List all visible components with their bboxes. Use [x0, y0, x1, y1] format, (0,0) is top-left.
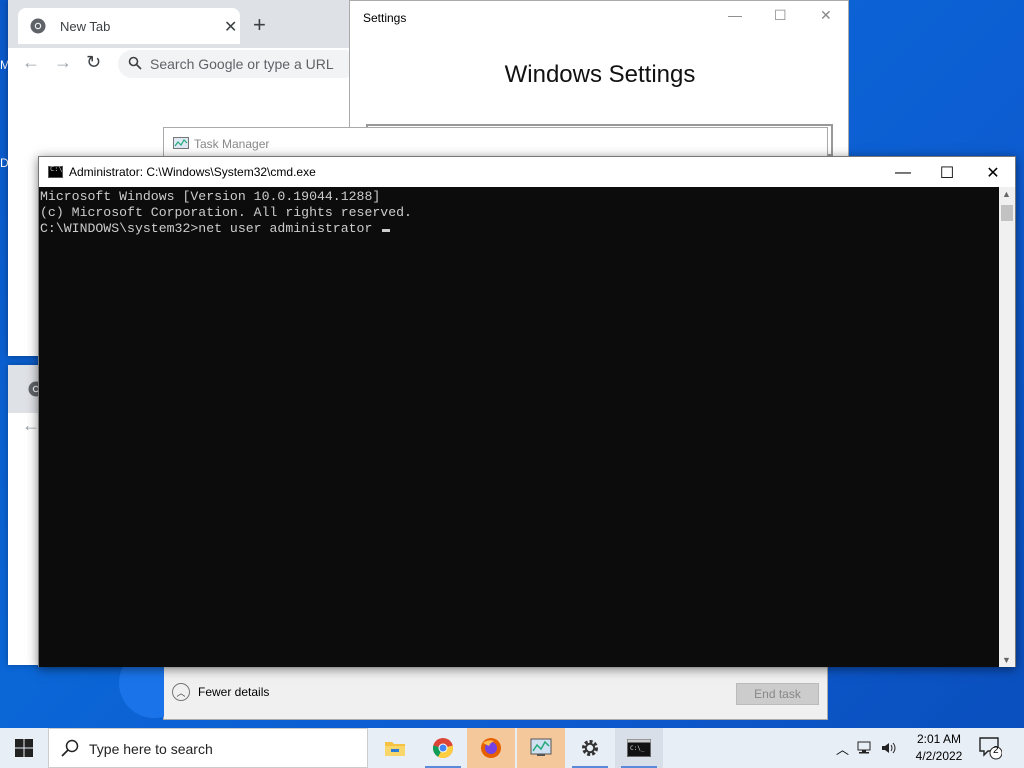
notification-count: 2 [993, 745, 999, 756]
scroll-up-icon[interactable]: ▲ [1002, 189, 1011, 199]
window-title: Administrator: C:\Windows\System32\cmd.e… [69, 165, 316, 179]
command-prompt-icon: C:\_ [627, 739, 651, 757]
fewer-details-label: Fewer details [198, 685, 270, 699]
chrome-icon [432, 738, 454, 759]
close-icon[interactable]: ✕ [224, 17, 237, 37]
windows-logo-icon [15, 739, 33, 757]
task-manager-icon [530, 738, 552, 756]
gear-icon [582, 740, 598, 756]
svg-text:C:\_: C:\_ [630, 745, 645, 752]
firefox-taskbar-button[interactable] [467, 728, 515, 768]
chrome-icon [30, 18, 46, 34]
window-title: Settings [363, 11, 407, 25]
page-title: Windows Settings [504, 61, 696, 88]
network-icon[interactable] [857, 741, 873, 755]
chrome-taskbar-button[interactable] [419, 728, 467, 768]
chrome-tab[interactable]: New Tab ✕ [18, 8, 240, 44]
maximize-icon[interactable]: ☐ [774, 7, 787, 24]
close-icon[interactable]: ✕ [971, 161, 1015, 185]
taskbar: Type here to search C:\_ ︿ 2:01 AM 4/2/2… [0, 728, 1024, 768]
console-prompt-line[interactable]: C:\WINDOWS\system32>net user administrat… [40, 221, 999, 237]
search-icon [128, 56, 142, 70]
search-icon [61, 739, 79, 757]
chevron-up-icon[interactable]: ︿ [836, 739, 849, 758]
clock-time: 2:01 AM [916, 732, 962, 746]
cmd-window[interactable]: Administrator: C:\Windows\System32\cmd.e… [38, 156, 1016, 667]
folder-icon [385, 742, 405, 756]
scroll-down-icon[interactable]: ▼ [1002, 655, 1011, 665]
new-tab-button[interactable]: + [253, 12, 266, 38]
fewer-details-button[interactable]: ︿ Fewer details [172, 683, 269, 701]
task-manager-icon [173, 137, 189, 149]
maximize-icon[interactable]: ☐ [925, 161, 969, 185]
console-line: (c) Microsoft Corporation. All rights re… [40, 205, 412, 220]
omnibox-input[interactable] [150, 54, 350, 74]
taskbar-search-placeholder: Type here to search [89, 741, 213, 757]
desktop: M D New Tab ✕ + ← → ↻ Search Google or t… [0, 0, 1024, 728]
console-line: Microsoft Windows [Version 10.0.19044.12… [40, 189, 381, 204]
console-prompt: C:\WINDOWS\system32>net user administrat… [40, 221, 381, 236]
window-title: Task Manager [194, 137, 270, 151]
cmd-titlebar[interactable]: Administrator: C:\Windows\System32\cmd.e… [39, 157, 1015, 187]
start-button[interactable] [0, 728, 48, 768]
settings-taskbar-button[interactable] [566, 728, 614, 768]
task-manager-taskbar-button[interactable] [517, 728, 565, 768]
forward-icon[interactable]: → [54, 52, 72, 73]
omnibox[interactable] [118, 50, 358, 78]
cmd-icon [48, 165, 63, 178]
reload-icon[interactable]: ↻ [86, 52, 101, 73]
cmd-taskbar-button[interactable]: C:\_ [615, 728, 663, 768]
chrome-tabstrip: New Tab ✕ + [8, 0, 353, 48]
back-icon[interactable]: ← [22, 52, 40, 73]
minimize-icon[interactable]: — [728, 7, 742, 23]
minimize-icon[interactable]: — [881, 161, 925, 185]
clock[interactable]: 2:01 AM 4/2/2022 [906, 731, 972, 765]
chevron-up-icon: ︿ [172, 683, 190, 701]
close-icon[interactable]: ✕ [820, 7, 832, 24]
system-tray: ︿ [836, 728, 897, 768]
end-task-button[interactable]: End task [736, 683, 819, 705]
text-cursor [382, 229, 391, 232]
chrome-toolbar: ← → ↻ [8, 48, 358, 84]
taskbar-search-box[interactable]: Type here to search [48, 728, 368, 768]
console-output[interactable]: Microsoft Windows [Version 10.0.19044.12… [39, 187, 1000, 667]
firefox-icon [481, 738, 501, 758]
notification-center-button[interactable]: 2 [978, 736, 1003, 765]
scrollbar-thumb[interactable] [1001, 205, 1013, 221]
task-manager-footer: ︿ Fewer details End task [164, 667, 827, 719]
file-explorer-button[interactable] [371, 728, 419, 768]
tab-title: New Tab [60, 19, 111, 34]
volume-icon[interactable] [881, 741, 897, 755]
clock-date: 4/2/2022 [915, 749, 963, 763]
scrollbar[interactable]: ▲ ▼ [999, 187, 1015, 667]
